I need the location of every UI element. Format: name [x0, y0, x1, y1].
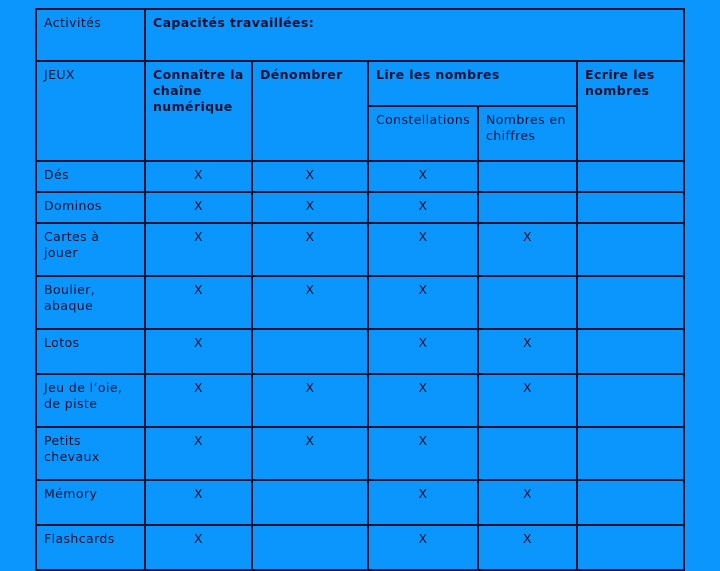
cell-denombrer — [251, 479, 369, 526]
cell-chiffres: X — [477, 524, 578, 571]
table-row: Boulier, abaque X X X — [35, 275, 686, 330]
cell-chiffres — [477, 160, 578, 193]
cell-ecrire — [575, 479, 686, 526]
activity-label: Dés — [35, 160, 146, 193]
cell-connaitre: X — [144, 524, 253, 571]
cell-chiffres — [477, 191, 578, 224]
activity-label: Boulier, abaque — [35, 275, 146, 330]
cell-constellations: X — [367, 373, 479, 428]
cell-chiffres: X — [477, 222, 578, 277]
capacites-table: Activités Capacités travaillées: JEUX Co… — [35, 8, 686, 571]
activity-label: Cartes à jouer — [35, 222, 146, 277]
cell-denombrer — [251, 328, 369, 375]
table-body: Activités Capacités travaillées: JEUX Co… — [35, 8, 686, 571]
cell-connaitre: X — [144, 373, 253, 428]
cell-connaitre: X — [144, 191, 253, 224]
header-col-denombrer: Dénombrer — [251, 60, 369, 162]
activity-label: Dominos — [35, 191, 146, 224]
header-capacites: Capacités travaillées: — [143, 8, 686, 62]
header-sub-constellations: Constellations — [367, 105, 479, 162]
cell-constellations: X — [367, 222, 479, 277]
table-row: Dés X X X — [35, 160, 686, 193]
cell-connaitre: X — [144, 275, 253, 330]
cell-constellations: X — [367, 160, 479, 193]
activity-label: Mémory — [35, 479, 146, 526]
cell-ecrire — [575, 426, 686, 481]
cell-connaitre: X — [144, 222, 253, 277]
header-row-top: Activités Capacités travaillées: — [35, 8, 686, 62]
cell-ecrire — [575, 191, 686, 224]
cell-denombrer — [251, 524, 369, 571]
header-sub-chiffres: Nombres en chiffres — [477, 105, 578, 162]
cell-connaitre: X — [144, 426, 253, 481]
cell-constellations: X — [367, 191, 479, 224]
cell-chiffres: X — [477, 328, 578, 375]
cell-constellations: X — [367, 328, 479, 375]
activity-label: Jeu de l’oie, de piste — [35, 373, 146, 428]
cell-ecrire — [575, 373, 686, 428]
cell-denombrer: X — [251, 373, 369, 428]
cell-ecrire — [575, 328, 686, 375]
header-row-columns: JEUX Connaître la chaîne numérique Dénom… — [35, 60, 686, 162]
cell-connaitre: X — [144, 479, 253, 526]
cell-denombrer: X — [251, 222, 369, 277]
cell-ecrire — [575, 160, 686, 193]
table-row: Dominos X X X — [35, 191, 686, 224]
activity-label: Petits chevaux — [35, 426, 146, 481]
cell-connaitre: X — [144, 160, 253, 193]
cell-denombrer: X — [251, 275, 369, 330]
cell-denombrer: X — [251, 191, 369, 224]
cell-ecrire — [575, 222, 686, 277]
header-jeux: JEUX — [35, 60, 146, 162]
header-col-ecrire: Ecrire les nombres — [575, 60, 686, 162]
cell-denombrer: X — [251, 426, 369, 481]
cell-ecrire — [575, 275, 686, 330]
cell-chiffres: X — [477, 479, 578, 526]
cell-chiffres — [477, 426, 578, 481]
cell-constellations: X — [367, 524, 479, 571]
cell-ecrire — [575, 524, 686, 571]
cell-constellations: X — [367, 426, 479, 481]
cell-chiffres: X — [477, 373, 578, 428]
table-row: Petits chevaux X X X — [35, 426, 686, 481]
table-row: Cartes à jouer X X X X — [35, 222, 686, 277]
table-row: Mémory X X X — [35, 479, 686, 526]
cell-chiffres — [477, 275, 578, 330]
activity-label: Lotos — [35, 328, 146, 375]
activity-label: Flashcards — [35, 524, 146, 571]
header-col-lire: Lire les nombres — [367, 60, 578, 107]
cell-connaitre: X — [144, 328, 253, 375]
cell-constellations: X — [367, 479, 479, 526]
cell-denombrer: X — [251, 160, 369, 193]
header-activites: Activités — [35, 8, 146, 62]
table-row: Flashcards X X X — [35, 524, 686, 571]
slide-canvas: Activités Capacités travaillées: JEUX Co… — [0, 0, 720, 571]
cell-constellations: X — [367, 275, 479, 330]
header-col-connaitre: Connaître la chaîne numérique — [144, 60, 253, 162]
table-row: Jeu de l’oie, de piste X X X X — [35, 373, 686, 428]
table-row: Lotos X X X — [35, 328, 686, 375]
